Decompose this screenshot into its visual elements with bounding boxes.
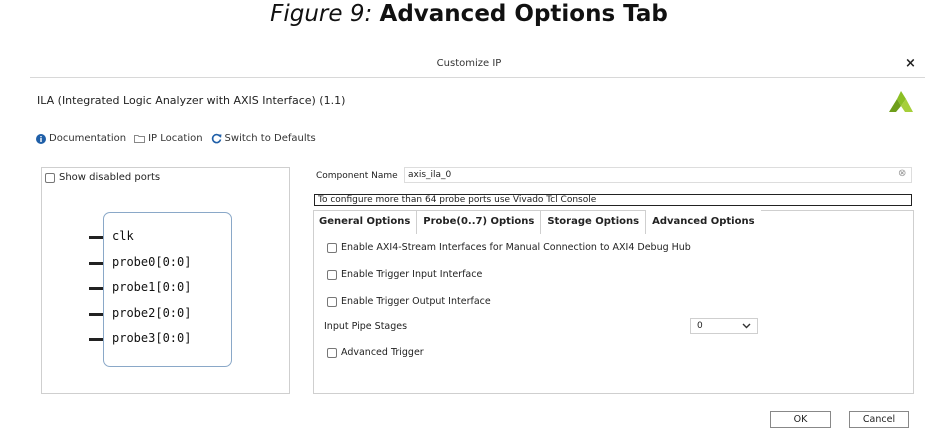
close-icon[interactable]: × — [905, 56, 916, 71]
chevron-down-icon — [742, 323, 751, 329]
pipe-stages-label: Input Pipe Stages — [324, 321, 408, 332]
show-disabled-ports-row[interactable]: Show disabled ports — [45, 172, 160, 183]
title-divider — [30, 77, 925, 78]
port-pin — [89, 313, 103, 316]
refresh-icon — [211, 133, 222, 144]
component-name-input[interactable]: axis_ila_0 — [404, 167, 912, 183]
trigger-output-checkbox[interactable] — [327, 296, 337, 307]
port-label: probe3[0:0] — [112, 331, 192, 345]
axi4-stream-option[interactable]: Enable AXI4-Stream Interfaces for Manual… — [327, 242, 691, 253]
port-label: clk — [112, 229, 134, 243]
figure-title: Advanced Options Tab — [379, 1, 668, 27]
show-disabled-ports-label: Show disabled ports — [59, 172, 161, 183]
documentation-link[interactable]: Documentation — [36, 133, 126, 144]
axi4-stream-label: Enable AXI4-Stream Interfaces for Manual… — [341, 242, 691, 253]
trigger-output-option[interactable]: Enable Trigger Output Interface — [327, 296, 491, 307]
show-disabled-ports-checkbox[interactable] — [45, 172, 55, 183]
xilinx-logo-icon — [889, 91, 913, 112]
port-label: probe0[0:0] — [112, 255, 192, 269]
pipe-stages-select[interactable]: 0 — [690, 318, 758, 334]
ip-name: ILA (Integrated Logic Analyzer with AXIS… — [37, 94, 346, 107]
documentation-label: Documentation — [49, 133, 127, 144]
trigger-input-label: Enable Trigger Input Interface — [341, 269, 483, 280]
tab-general-options[interactable]: General Options — [313, 210, 418, 234]
port-label: probe2[0:0] — [112, 306, 192, 320]
tab-storage-options[interactable]: Storage Options — [541, 210, 647, 234]
info-message: To configure more than 64 probe ports us… — [314, 194, 912, 206]
folder-icon — [134, 135, 146, 143]
symbol-panel: Show disabled ports clk probe0[0:0] prob… — [41, 167, 290, 394]
pipe-stages-value: 0 — [697, 321, 703, 331]
port-pin — [89, 338, 103, 341]
tab-probe-options[interactable]: Probe(0..7) Options — [417, 210, 542, 234]
trigger-input-checkbox[interactable] — [327, 269, 337, 280]
dialog-title: Customize IP — [436, 58, 502, 69]
advanced-trigger-option[interactable]: Advanced Trigger — [327, 347, 424, 358]
tab-advanced-options[interactable]: Advanced Options — [646, 210, 761, 234]
ip-location-label: IP Location — [148, 133, 203, 144]
cancel-button[interactable]: Cancel — [849, 411, 909, 428]
port-label: probe1[0:0] — [112, 280, 192, 294]
switch-defaults-link[interactable]: Switch to Defaults — [211, 133, 316, 144]
ip-location-link[interactable]: IP Location — [134, 133, 203, 144]
advanced-trigger-checkbox[interactable] — [327, 347, 337, 358]
component-name-label: Component Name — [316, 171, 398, 181]
ok-button[interactable]: OK — [770, 411, 831, 428]
tab-bar: General Options Probe(0..7) Options Stor… — [313, 210, 761, 234]
trigger-output-label: Enable Trigger Output Interface — [341, 296, 491, 307]
clear-icon[interactable]: ⊗ — [898, 168, 906, 179]
port-pin — [89, 287, 103, 290]
port-pin — [89, 236, 103, 239]
port-pin — [89, 262, 103, 265]
toolbar: Documentation IP Location Switch to Defa… — [36, 133, 324, 144]
axi4-stream-checkbox[interactable] — [327, 242, 337, 253]
advanced-trigger-label: Advanced Trigger — [341, 347, 424, 358]
trigger-input-option[interactable]: Enable Trigger Input Interface — [327, 269, 482, 280]
switch-defaults-label: Switch to Defaults — [224, 133, 316, 144]
figure-label: Figure 9: — [270, 1, 373, 27]
figure-caption: Figure 9: Advanced Options Tab — [0, 0, 938, 28]
info-icon — [36, 133, 46, 144]
